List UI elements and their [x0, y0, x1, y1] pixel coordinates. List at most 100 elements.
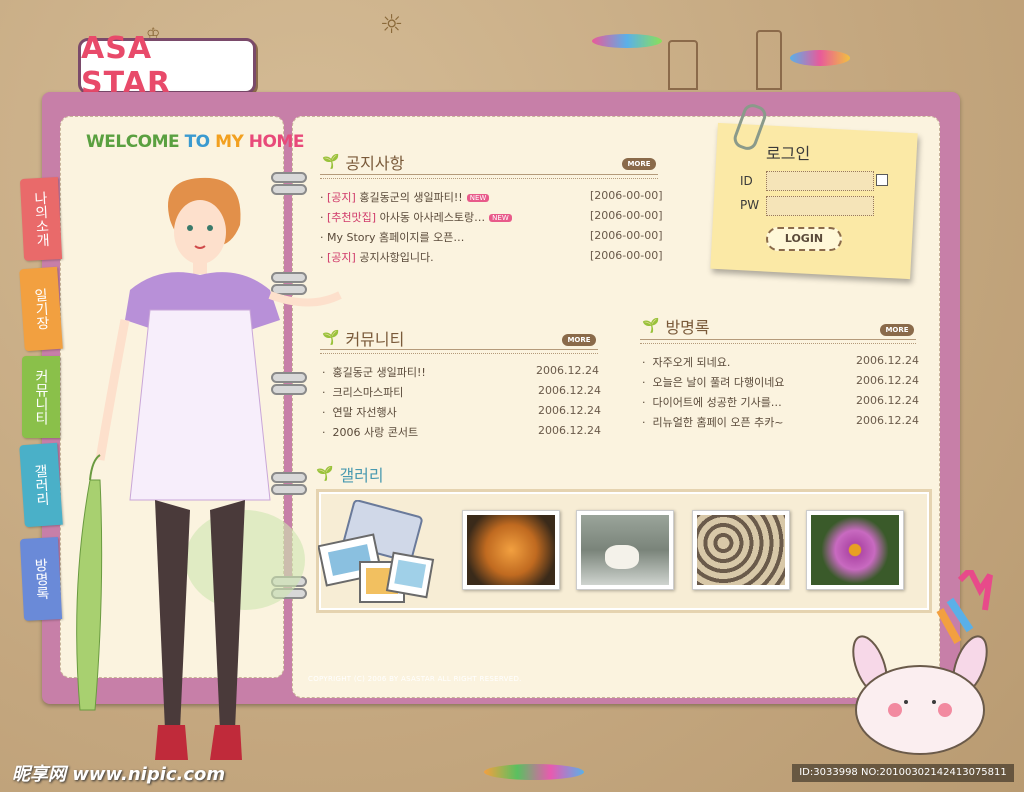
community-item[interactable]: · 2006 사랑 콘서트	[322, 424, 418, 440]
tab-about[interactable]: 나의소개	[19, 177, 63, 261]
sprout-icon: 🌱	[642, 318, 660, 334]
guestbook-item[interactable]: · 오늘은 날이 풀려 다행이네요	[642, 374, 784, 390]
community-text: 연말 자선행사	[332, 406, 397, 419]
photo-album-icon	[318, 500, 435, 603]
logo-text: ASA STAR	[81, 31, 172, 101]
guestbook-text: 오늘은 날이 풀려 다행이네요	[652, 376, 785, 389]
tab-community[interactable]: 커뮤니티	[22, 356, 60, 438]
notice-item[interactable]: · [공지] 공지사항입니다.	[320, 249, 434, 265]
section-divider	[320, 349, 598, 354]
welcome-word: WELCOME	[86, 132, 180, 152]
notice-tag: [공지]	[327, 191, 356, 204]
notice-date: [2006-00-00]	[590, 229, 663, 242]
notice-text: 홍길동군의 생일파티!!	[355, 191, 463, 204]
notice-more-button[interactable]: MORE	[622, 158, 656, 170]
gallery-thumb-sweet-potato[interactable]	[462, 510, 560, 590]
notice-tag: [공지]	[327, 251, 356, 264]
community-date: 2006.12.24	[536, 364, 599, 377]
tab-label: 방명록	[31, 557, 51, 601]
tab-label: 커뮤니티	[33, 369, 49, 425]
community-item[interactable]: · 연말 자선행사	[322, 404, 397, 420]
sprout-icon: 🌱	[322, 330, 340, 346]
login-button[interactable]: LOGIN	[766, 227, 842, 251]
notice-item[interactable]: · [공지] 홍길동군의 생일파티!! NEW	[320, 189, 490, 205]
site-logo[interactable]: ASA STAR	[78, 31, 256, 101]
gallery-heading: 🌱 갤러리	[316, 462, 384, 486]
notice-date: [2006-00-00]	[590, 249, 663, 262]
watermark-id: ID:3033998 NO:20100302142413075811	[792, 764, 1014, 782]
fish-doodle-icon	[592, 34, 662, 48]
community-item[interactable]: · 홍길동군 생일파티!!	[322, 364, 426, 380]
welcome-word: HOME	[248, 132, 305, 152]
community-text: 홍길동군 생일파티!!	[332, 366, 426, 379]
tab-label: 갤러리	[31, 463, 51, 507]
guestbook-item[interactable]: · 자주오게 되네요.	[642, 354, 730, 370]
guestbook-heading: 🌱 방명록	[642, 314, 710, 338]
notice-date: [2006-00-00]	[590, 189, 663, 202]
community-title: 커뮤니티	[345, 330, 405, 349]
community-text: 2006 사랑 콘서트	[332, 426, 419, 439]
polar-bear-photo	[581, 515, 669, 585]
welcome-word: MY	[215, 132, 244, 152]
guestbook-date: 2006.12.24	[856, 354, 919, 367]
section-divider	[320, 174, 658, 179]
notice-tag: [추천맛집]	[327, 211, 377, 224]
tab-gallery[interactable]: 갤러리	[19, 442, 63, 528]
notice-item[interactable]: · My Story 홈페이지를 오픈…	[320, 229, 464, 245]
tab-guestbook[interactable]: 방명록	[19, 537, 63, 621]
sprout-icon: 🌱	[322, 154, 340, 170]
food-table-photo	[697, 515, 785, 585]
guestbook-item[interactable]: · 리뉴얼한 홈페이 오픈 추카~	[642, 414, 784, 430]
sprout-icon: 🌱	[316, 466, 334, 482]
save-id-checkbox[interactable]	[876, 174, 888, 186]
guestbook-date: 2006.12.24	[856, 414, 919, 427]
house-doodle-icon	[668, 40, 698, 90]
guestbook-item[interactable]: · 다이어트에 성공한 기사를…	[642, 394, 782, 410]
gallery-title: 갤러리	[339, 466, 384, 485]
notice-text: My Story 홈페이지를 오픈…	[327, 231, 465, 244]
fish-doodle-icon	[790, 50, 850, 66]
watermark-site: 昵享网 www.nipic.com	[12, 764, 226, 785]
community-date: 2006.12.24	[538, 404, 601, 417]
gallery-thumb-food-table[interactable]	[692, 510, 790, 590]
community-date: 2006.12.24	[538, 384, 601, 397]
notice-text: 공지사항입니다.	[355, 251, 434, 264]
community-heading: 🌱 커뮤니티	[322, 326, 404, 350]
tab-label: 나의소개	[31, 190, 51, 248]
new-badge: NEW	[466, 194, 490, 202]
community-more-button[interactable]: MORE	[562, 334, 596, 346]
pw-label: PW	[740, 198, 760, 212]
section-divider	[640, 339, 916, 344]
notice-item[interactable]: · [추천맛집] 아사동 아사레스토랑… NEW	[320, 209, 512, 225]
community-text: 크리스마스파티	[332, 386, 404, 399]
welcome-word: TO	[184, 132, 211, 152]
guestbook-more-button[interactable]: MORE	[880, 324, 914, 336]
id-label: ID	[740, 174, 753, 188]
fish-doodle-icon	[484, 764, 584, 780]
house-doodle-icon	[756, 30, 782, 90]
sun-doodle-icon: ☼	[380, 10, 404, 40]
tab-label: 일기장	[31, 287, 51, 331]
id-input[interactable]	[766, 171, 874, 191]
notice-heading: 🌱 공지사항	[322, 150, 404, 174]
notice-text: 아사동 아사레스토랑…	[376, 211, 486, 224]
community-date: 2006.12.24	[538, 424, 601, 437]
guestbook-title: 방명록	[665, 318, 710, 337]
guestbook-text: 리뉴얼한 홈페이 오픈 추카~	[652, 416, 784, 429]
guestbook-text: 자주오게 되네요.	[652, 356, 731, 369]
new-badge: NEW	[489, 214, 512, 222]
password-input[interactable]	[766, 196, 874, 216]
gallery-thumb-polar-bear[interactable]	[576, 510, 674, 590]
sweet-potato-photo	[467, 515, 555, 585]
notice-title: 공지사항	[345, 154, 405, 173]
bunny-character-illustration	[852, 570, 993, 755]
guestbook-text: 다이어트에 성공한 기사를…	[652, 396, 782, 409]
welcome-heading: WELCOME TO MY HOME	[86, 132, 304, 152]
copyright-text: COPYRIGHT (C) 2006 BY ASASTAR ALL RIGHT …	[308, 675, 522, 683]
notice-date: [2006-00-00]	[590, 209, 663, 222]
community-item[interactable]: · 크리스마스파티	[322, 384, 403, 400]
login-title: 로그인	[766, 144, 811, 163]
guestbook-date: 2006.12.24	[856, 374, 919, 387]
guestbook-date: 2006.12.24	[856, 394, 919, 407]
tab-diary[interactable]: 일기장	[19, 266, 63, 352]
